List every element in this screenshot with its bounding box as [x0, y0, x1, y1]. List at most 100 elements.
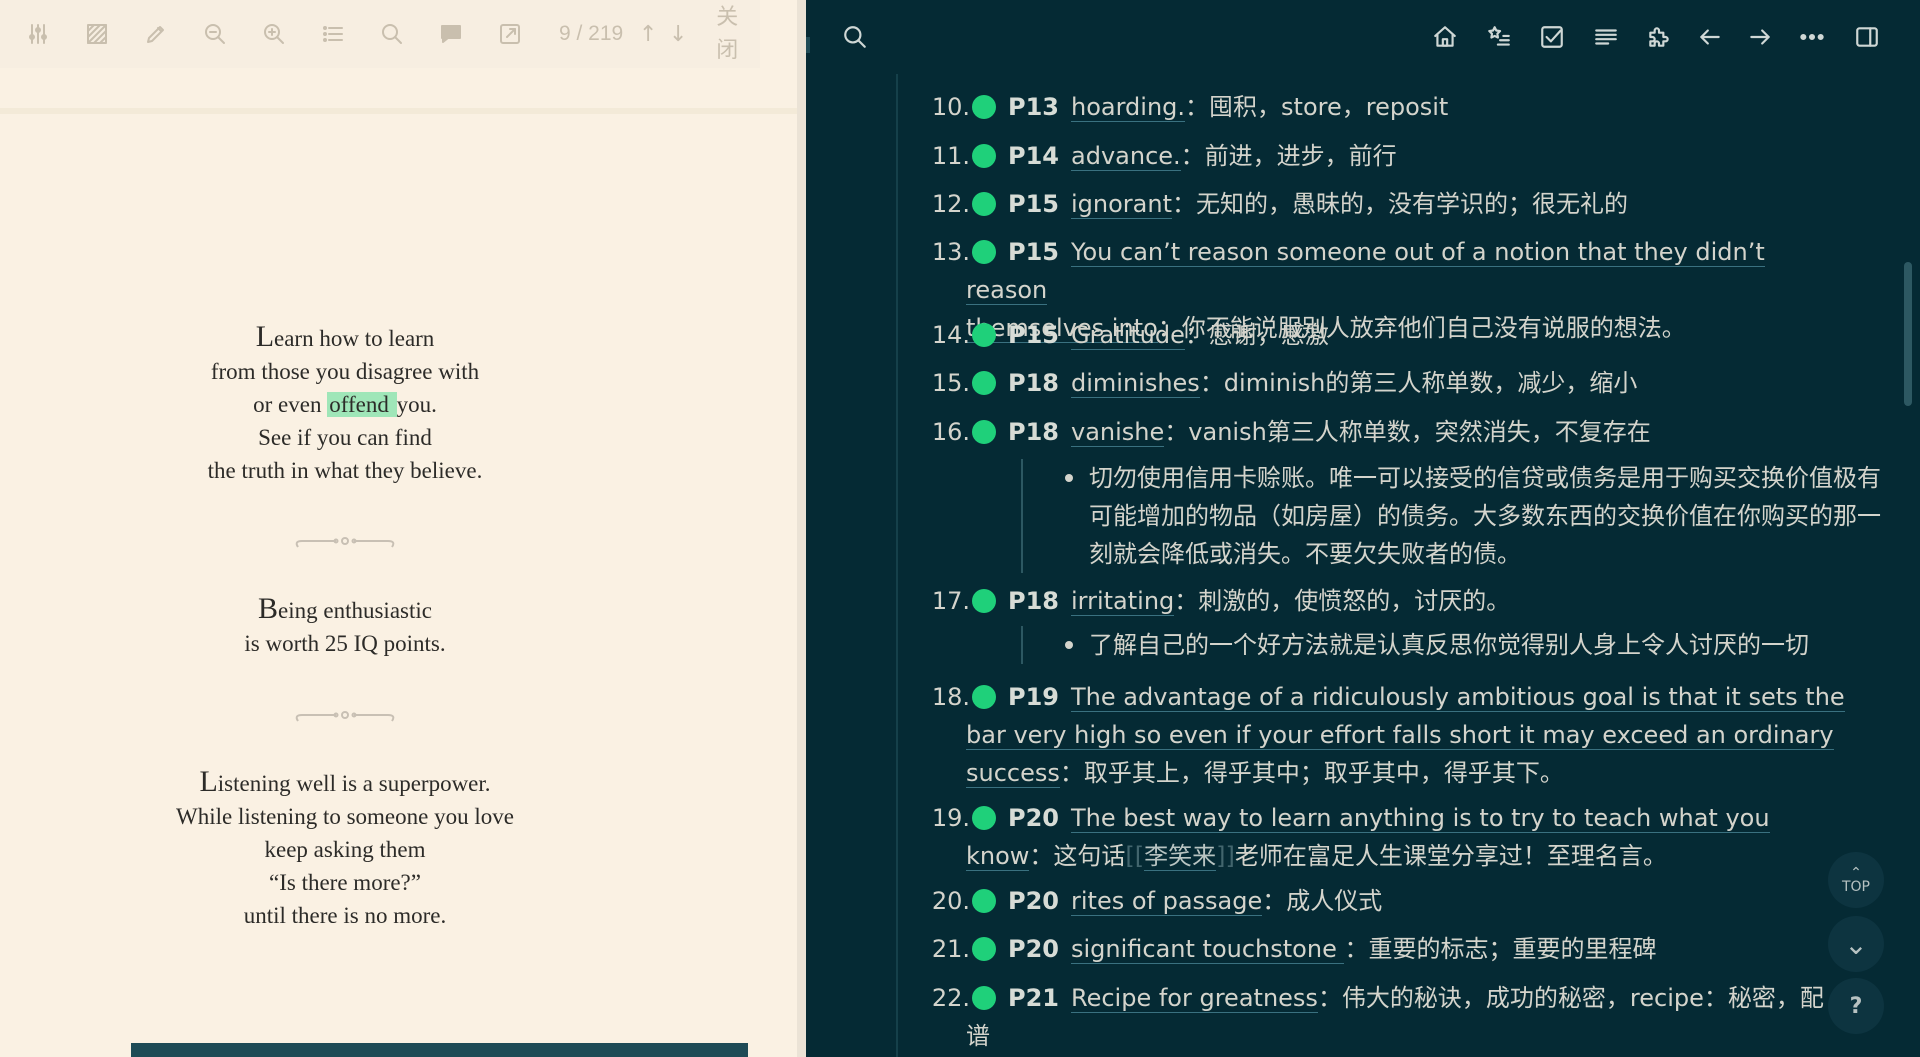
quote-line: or even offend you. [0, 388, 690, 421]
vocab-term[interactable]: ignorant [1071, 190, 1172, 219]
item-number: 21. [931, 935, 970, 963]
close-button[interactable]: 关 闭 [713, 1, 741, 67]
highlighted-word[interactable]: offend [327, 392, 397, 417]
page-tag[interactable]: P15 [1008, 238, 1059, 266]
page-tag[interactable]: P15 [1008, 190, 1059, 218]
vocab-term[interactable]: irritating [1071, 587, 1175, 616]
page-tag[interactable]: P20 [1008, 935, 1059, 963]
status-dot [972, 589, 996, 613]
vocab-term[interactable]: Gratitude [1071, 321, 1185, 350]
status-dot [972, 806, 996, 830]
vocab-term-cont[interactable]: success [966, 759, 1060, 788]
page-tag[interactable]: P21 [1008, 984, 1059, 1012]
vertical-scrollbar[interactable] [1904, 262, 1912, 406]
outline-icon[interactable] [303, 12, 362, 56]
wiki-link-text[interactable]: 李笑来 [1144, 842, 1217, 871]
sidebar-toggle-icon[interactable] [1852, 22, 1882, 52]
wiki-bracket-close: ]] [1216, 842, 1235, 870]
annotation-icon[interactable] [421, 12, 480, 56]
page-tag[interactable]: P14 [1008, 142, 1059, 170]
scroll-top-button[interactable]: ⌃ TOP [1828, 852, 1884, 908]
definition: ：成人仪式 [1262, 887, 1383, 915]
highlight-area-icon[interactable] [67, 12, 126, 56]
sub-note[interactable]: 了解自己的一个好方法就是认真反思你觉得别人身上令人讨厌的一切 [1021, 626, 1881, 664]
pane-splitter[interactable] [797, 0, 806, 1057]
item-number: 19. [931, 804, 970, 832]
sub-note[interactable]: 切勿使用信用卡赊账。唯一可以接受的信贷或债务是用于购买交换价值极有 可能增加的物… [1021, 459, 1881, 573]
wiki-link[interactable]: [[李笑来]] [1125, 842, 1235, 871]
note-list: 10. P13 hoarding.：囤积，store，reposit 11. P1… [896, 0, 1881, 1057]
drop-cap: L [255, 320, 275, 353]
vocab-term-cont[interactable]: know [966, 842, 1030, 871]
definition: ：这句话 [1029, 842, 1126, 870]
vocab-term[interactable]: Recipe for greatness [1071, 984, 1318, 1013]
quote-text: or even [253, 392, 328, 417]
vocab-term[interactable]: advance. [1071, 142, 1181, 171]
search-icon[interactable] [840, 22, 870, 52]
page-tag[interactable]: P18 [1008, 418, 1059, 446]
page-tag[interactable]: P15 [1008, 321, 1059, 349]
toolbar-separator [0, 108, 800, 114]
status-dot [972, 144, 996, 168]
definition: 老师在富足人生课堂分享过！至理名言。 [1234, 842, 1667, 870]
help-button[interactable]: ? [1828, 978, 1884, 1034]
item-number: 18. [931, 683, 970, 711]
sub-note-line: 了解自己的一个好方法就是认真反思你觉得别人身上令人讨厌的一切 [1089, 631, 1809, 659]
definition: ：刺激的，使愤怒的，讨厌的。 [1174, 587, 1511, 615]
sub-note-line: 可能增加的物品（如房屋）的债务。大多数东西的交换价值在你购买的那一 [1089, 502, 1881, 530]
horizontal-scrollbar[interactable] [131, 1043, 748, 1057]
zoom-in-icon[interactable] [244, 12, 303, 56]
vocab-term[interactable]: The advantage of a ridiculously ambitiou… [1071, 683, 1845, 712]
prev-page-button[interactable]: ↑ [633, 22, 663, 47]
status-dot [972, 937, 996, 961]
definition: ：取乎其上，得乎其中；取乎其中，得乎其下。 [1059, 759, 1564, 787]
vocab-term[interactable]: diminishes [1071, 369, 1200, 398]
definition: ：重要的标志；重要的里程碑 [1344, 935, 1657, 963]
definition: ：感谢，感激 [1184, 321, 1329, 349]
sub-note-line: 刻就会降低或消失。不要欠失败者的债。 [1089, 540, 1521, 568]
page-tag[interactable]: P13 [1008, 93, 1059, 121]
page-tag[interactable]: P18 [1008, 369, 1059, 397]
item-number: 12. [931, 190, 970, 218]
vocab-term[interactable]: vanishe [1071, 418, 1165, 447]
vocab-term[interactable]: The best way to learn anything is to try… [1071, 804, 1770, 833]
vocab-term[interactable]: rites of passage [1071, 887, 1263, 916]
zoom-out-icon[interactable] [185, 12, 244, 56]
quote-line: Listening well is a superpower. [0, 765, 690, 800]
quote-line: until there is no more. [243, 903, 447, 928]
vocab-term[interactable]: You can’t reason someone out of a notion… [966, 238, 1765, 305]
pdf-page: Learn how to learn from those you disagr… [0, 115, 800, 1045]
definition-cont: 谱 [966, 1022, 990, 1050]
page-tag[interactable]: P20 [1008, 887, 1059, 915]
quote-line: Learn how to learn [0, 320, 690, 355]
status-dot [972, 986, 996, 1010]
vocab-term-cont[interactable]: bar very high so even if your effort fal… [966, 721, 1834, 750]
quote-block: Learn how to learn from those you disagr… [0, 320, 690, 487]
quote-line: from those you disagree with [210, 359, 480, 384]
page-tag[interactable]: P20 [1008, 804, 1059, 832]
status-dot [972, 192, 996, 216]
drop-cap: B [258, 592, 279, 625]
search-icon[interactable] [362, 12, 421, 56]
definition: ：伟大的秘诀，成功的秘密，recipe：秘密，配 [1317, 984, 1824, 1012]
sliders-icon[interactable] [8, 12, 67, 56]
item-number: 11. [931, 142, 970, 170]
item-number: 14. [931, 321, 970, 349]
status-dot [972, 371, 996, 395]
next-page-button[interactable]: ↓ [663, 22, 693, 47]
pencil-icon[interactable] [126, 12, 185, 56]
vocab-term[interactable]: hoarding. [1071, 93, 1186, 122]
status-dot [972, 240, 996, 264]
top-label: TOP [1841, 879, 1870, 895]
item-number: 16. [931, 418, 970, 446]
status-dot [972, 889, 996, 913]
vocab-term[interactable]: significant touchstone [1071, 935, 1345, 964]
definition: ：囤积，store，reposit [1185, 93, 1449, 121]
page-indicator[interactable]: 9 / 219 [559, 22, 623, 46]
page-tag[interactable]: P19 [1008, 683, 1059, 711]
quote-line: the truth in what they believe. [207, 458, 483, 483]
page-tag[interactable]: P18 [1008, 587, 1059, 615]
item-number: 15. [931, 369, 970, 397]
scroll-down-button[interactable]: ⌄ [1828, 916, 1884, 972]
export-icon[interactable] [480, 12, 539, 56]
